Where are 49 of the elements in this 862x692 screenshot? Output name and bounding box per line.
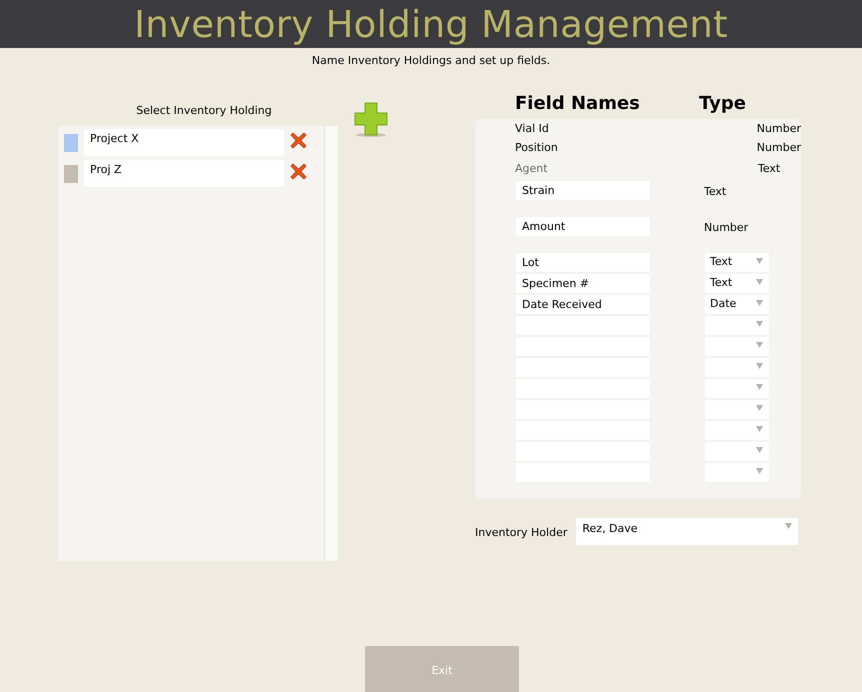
caret-icon <box>756 279 763 285</box>
field-names-heading: Field Names <box>515 93 641 114</box>
type-dropdown[interactable]: Date <box>705 295 769 314</box>
field-type: Number <box>756 141 801 154</box>
field-name-input[interactable]: Lot <box>516 253 650 272</box>
holding-list-label: Select Inventory Holding <box>135 104 273 119</box>
field-name: Vial Id <box>515 122 550 137</box>
caret-icon <box>756 426 763 432</box>
field-type: Text <box>704 185 726 198</box>
type-dropdown[interactable]: Text <box>705 253 769 272</box>
type-dropdown[interactable] <box>705 358 769 377</box>
holder-label: Inventory Holder <box>475 526 568 538</box>
subtitle: Name Inventory Holdings and set up fields. <box>310 54 552 69</box>
field-name-input[interactable]: Date Received <box>516 295 650 314</box>
type-dropdown[interactable]: Text <box>705 274 769 293</box>
holding-name-field[interactable]: Proj Z <box>84 160 284 187</box>
field-type: Text <box>758 162 780 175</box>
caret-icon <box>756 384 763 390</box>
caret-icon <box>756 342 763 348</box>
delete-icon[interactable] <box>290 132 307 149</box>
field-name-input[interactable]: Strain <box>516 181 650 200</box>
field-name-input[interactable]: Specimen # <box>516 274 650 293</box>
caret-icon <box>756 321 763 327</box>
caret-icon <box>756 447 763 453</box>
type-dropdown[interactable] <box>705 421 769 440</box>
caret-icon <box>785 523 792 529</box>
holding-name-field[interactable]: Project X <box>84 129 284 156</box>
type-dropdown[interactable] <box>705 316 769 335</box>
type-dropdown[interactable] <box>705 442 769 461</box>
type-dropdown[interactable] <box>705 463 769 482</box>
field-type: Number <box>704 221 748 234</box>
app-title: Inventory Holding Management <box>134 2 728 46</box>
type-dropdown[interactable] <box>705 400 769 419</box>
caret-icon <box>756 468 763 474</box>
field-name: Agent <box>515 162 549 177</box>
caret-icon <box>756 405 763 411</box>
type-heading: Type <box>699 93 746 114</box>
field-name: Position <box>515 141 559 156</box>
caret-icon <box>756 300 763 306</box>
field-name-input[interactable]: Amount <box>516 217 650 236</box>
caret-icon <box>756 258 763 264</box>
field-type: Number <box>756 122 801 135</box>
type-dropdown[interactable] <box>705 379 769 398</box>
holder-dropdown[interactable]: Rez, Dave <box>576 518 798 545</box>
add-icon[interactable] <box>354 102 388 138</box>
delete-icon[interactable] <box>290 163 307 180</box>
type-dropdown[interactable] <box>705 337 769 356</box>
scrollbar[interactable] <box>324 126 338 561</box>
caret-icon <box>756 363 763 369</box>
